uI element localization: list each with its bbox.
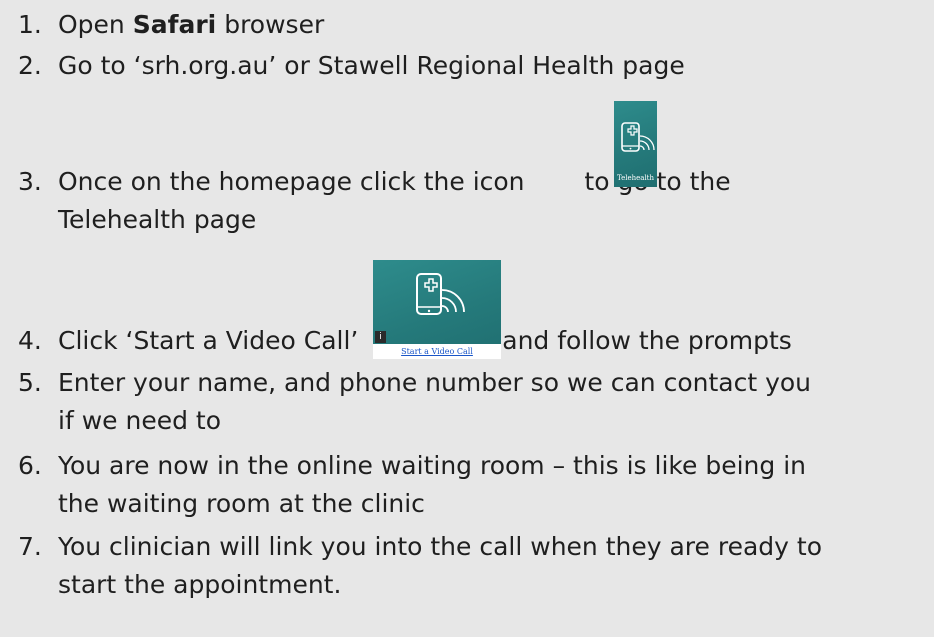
step-number: 6. bbox=[18, 451, 42, 480]
telehealth-caption: Telehealth bbox=[616, 174, 655, 182]
step-number: 1. bbox=[18, 10, 42, 39]
step-6: 6. You are now in the online waiting room… bbox=[18, 447, 806, 523]
start-video-call-link[interactable]: Start a Video Call bbox=[373, 344, 501, 359]
step-number: 7. bbox=[18, 532, 42, 561]
step-number: 5. bbox=[18, 368, 42, 397]
step-number: 2. bbox=[18, 51, 42, 80]
step-7: 7. You clinician will link you into the c… bbox=[18, 528, 822, 604]
telehealth-icon[interactable]: Telehealth bbox=[614, 101, 657, 187]
step-continuation: the waiting room at the clinic bbox=[58, 489, 425, 518]
step-continuation: start the appointment. bbox=[58, 570, 342, 599]
instructions-page: 1. Open Safari browser 2. Go to ‘srh.org.a… bbox=[0, 0, 934, 637]
step-text: Once on the homepage click the icon bbox=[58, 167, 533, 196]
step-continuation: if we need to bbox=[58, 406, 221, 435]
step-2: 2. Go to ‘srh.org.au’ or Stawell Regional… bbox=[18, 47, 685, 85]
step-number: 4. bbox=[18, 326, 42, 355]
step-5: 5. Enter your name, and phone number so w… bbox=[18, 364, 811, 440]
step-text: browser bbox=[216, 10, 325, 39]
step-number: 3. bbox=[18, 167, 42, 196]
step-text: Enter your name, and phone number so we … bbox=[58, 368, 812, 397]
step-text: You are now in the online waiting room –… bbox=[58, 451, 806, 480]
safari-label: Safari bbox=[132, 10, 217, 39]
step-text: Click ‘Start a Video Call’ bbox=[58, 326, 367, 355]
step-continuation: Telehealth page bbox=[58, 205, 257, 234]
start-video-call-icon[interactable]: i Start a Video Call bbox=[373, 260, 501, 359]
step-1: 1. Open Safari browser bbox=[18, 6, 324, 44]
step-text: Go to ‘srh.org.au’ or Stawell Regional H… bbox=[58, 51, 685, 80]
info-icon: i bbox=[375, 331, 386, 343]
step-text: and follow the prompts bbox=[494, 326, 792, 355]
step-text: Open bbox=[58, 10, 133, 39]
step-text: You clinician will link you into the cal… bbox=[58, 532, 823, 561]
